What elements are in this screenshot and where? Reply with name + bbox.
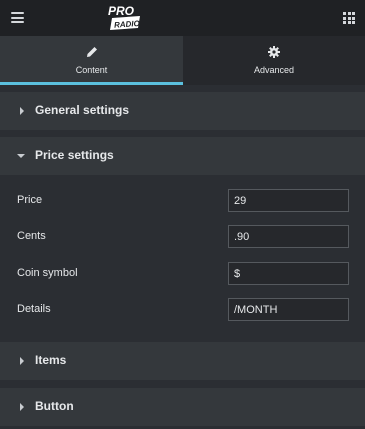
coin-symbol-input[interactable] <box>228 262 349 285</box>
proradio-logo: PRO RADIO <box>108 4 141 30</box>
caret-right-icon <box>20 403 24 411</box>
tab-content[interactable]: Content <box>0 36 183 85</box>
control-cents: Cents <box>0 225 365 249</box>
control-price: Price <box>0 189 365 213</box>
hamburger-icon[interactable] <box>11 12 24 23</box>
section-price-title: Price settings <box>35 148 114 162</box>
caret-right-icon <box>20 107 24 115</box>
gear-icon <box>268 46 280 58</box>
panel-tabs: Content Advanced <box>0 36 365 85</box>
top-bar: PRO RADIO <box>0 0 365 36</box>
caret-down-icon <box>17 154 25 158</box>
caret-right-icon <box>20 357 24 365</box>
grid-icon[interactable] <box>343 12 355 24</box>
svg-text:RADIO: RADIO <box>114 19 141 30</box>
section-button-title: Button <box>35 399 74 413</box>
tab-advanced[interactable]: Advanced <box>183 36 365 85</box>
price-input[interactable] <box>228 189 349 212</box>
control-coin-symbol: Coin symbol <box>0 262 365 286</box>
details-label: Details <box>17 303 51 315</box>
section-items[interactable]: Items <box>0 342 365 380</box>
section-general-settings[interactable]: General settings <box>0 92 365 130</box>
control-details: Details <box>0 298 365 322</box>
tab-content-label: Content <box>75 65 108 75</box>
tab-advanced-label: Advanced <box>253 65 295 75</box>
section-items-title: Items <box>35 353 67 367</box>
pencil-icon <box>86 47 97 57</box>
section-general-title: General settings <box>35 103 130 117</box>
cents-label: Cents <box>17 230 46 242</box>
coin-symbol-label: Coin symbol <box>17 267 78 279</box>
section-price-settings[interactable]: Price settings <box>0 137 365 175</box>
details-input[interactable] <box>228 298 349 321</box>
price-controls: Price Cents Coin symbol Details <box>0 175 365 335</box>
svg-text:PRO: PRO <box>108 4 135 18</box>
cents-input[interactable] <box>228 225 349 248</box>
price-label: Price <box>17 194 43 206</box>
section-button[interactable]: Button <box>0 388 365 426</box>
